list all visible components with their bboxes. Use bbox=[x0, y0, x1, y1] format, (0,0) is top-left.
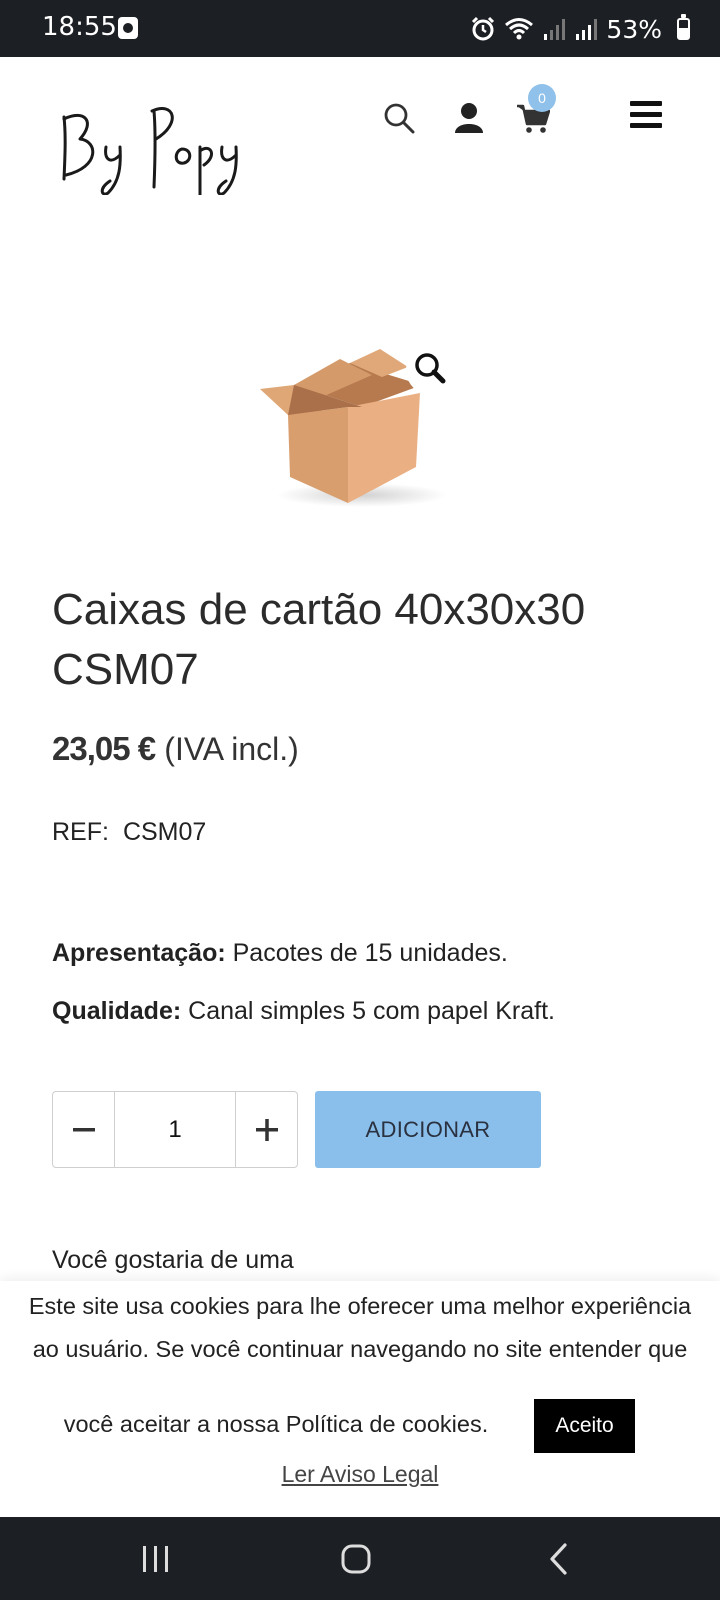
spec-value: Canal simples 5 com papel Kraft. bbox=[188, 997, 555, 1025]
alarm-icon bbox=[472, 16, 495, 41]
status-bar: 18:55 53% bbox=[0, 0, 720, 57]
spec-presentation: Apresentação: Pacotes de 15 unidades. bbox=[52, 939, 508, 968]
spec-label: Qualidade: bbox=[52, 997, 182, 1025]
accept-cookies-button[interactable]: Aceito bbox=[534, 1399, 635, 1453]
plus-icon bbox=[255, 1118, 278, 1141]
product-title: Caixas de cartão 40x30x30 CSM07 bbox=[52, 585, 586, 694]
minus-icon bbox=[72, 1127, 95, 1131]
system-nav-bar bbox=[0, 1517, 720, 1600]
legal-notice-link[interactable]: Ler Aviso Legal bbox=[0, 1461, 720, 1488]
quantity-stepper: 1 bbox=[52, 1091, 298, 1168]
cookie-banner: Este site usa cookies para lhe oferecer … bbox=[0, 1281, 720, 1517]
signal-icon bbox=[544, 19, 566, 40]
back-icon[interactable] bbox=[540, 1539, 580, 1579]
cart-count-badge: 0 bbox=[528, 84, 556, 112]
spec-quality: Qualidade: Canal simples 5 com papel Kra… bbox=[52, 997, 555, 1026]
site-header: 0 bbox=[0, 57, 720, 207]
description-text: Você gostaria de uma bbox=[52, 1246, 294, 1274]
home-icon[interactable] bbox=[336, 1539, 376, 1579]
increase-quantity-button[interactable] bbox=[236, 1092, 297, 1167]
price-value: 23,05 € bbox=[52, 730, 156, 767]
price-tax-note: (IVA incl.) bbox=[164, 731, 299, 767]
add-to-cart-button[interactable]: ADICIONAR bbox=[315, 1091, 541, 1168]
ref-label: REF: bbox=[52, 818, 109, 846]
status-icons: 53% bbox=[470, 14, 662, 44]
status-time: 18:55 bbox=[42, 12, 117, 42]
cookie-text-line: Este site usa cookies para lhe oferecer … bbox=[28, 1293, 692, 1319]
zoom-button[interactable] bbox=[406, 345, 456, 395]
notification-app-icon bbox=[118, 17, 138, 39]
decrease-quantity-button[interactable] bbox=[53, 1092, 114, 1167]
battery-percent: 53% bbox=[606, 14, 662, 44]
account-icon[interactable] bbox=[452, 101, 486, 135]
site-logo[interactable] bbox=[58, 95, 248, 195]
signal-icon bbox=[576, 19, 598, 40]
battery-icon bbox=[677, 14, 690, 40]
ref-value: CSM07 bbox=[122, 818, 207, 846]
recent-apps-icon[interactable] bbox=[136, 1539, 176, 1579]
spec-value: Pacotes de 15 unidades. bbox=[232, 939, 508, 967]
quantity-input[interactable]: 1 bbox=[114, 1092, 236, 1167]
product-price: 23,05 € (IVA incl.) bbox=[52, 730, 299, 768]
menu-icon[interactable] bbox=[630, 101, 662, 129]
product-reference: REF: CSM07 bbox=[52, 818, 206, 847]
spec-label: Apresentação: bbox=[52, 939, 226, 967]
cookie-text-line: ao usuário. Se você continuar navegando … bbox=[32, 1336, 688, 1362]
wifi-icon bbox=[505, 18, 534, 40]
search-icon[interactable] bbox=[382, 101, 416, 135]
zoom-icon bbox=[415, 353, 446, 384]
